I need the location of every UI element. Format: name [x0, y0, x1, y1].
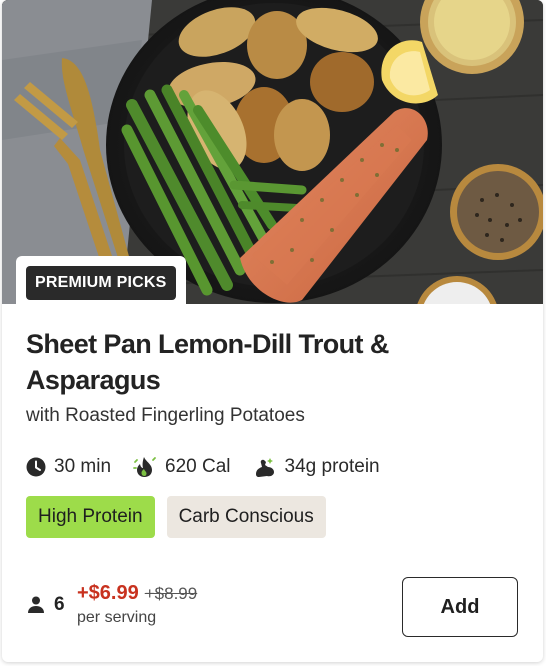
meal-subtitle: with Roasted Fingerling Potatoes [26, 405, 305, 426]
per-serving-label: per serving [77, 609, 157, 626]
original-price: +$8.99 [144, 584, 198, 603]
add-button[interactable]: Add [402, 577, 518, 637]
meal-tags: High Protein Carb Conscious [26, 496, 338, 538]
stat-calories-value: 620 Cal [165, 456, 231, 477]
clock-icon [26, 457, 46, 477]
muscle-icon [255, 458, 274, 477]
badge-container: PREMIUM PICKS [16, 256, 186, 304]
person-icon [28, 596, 44, 613]
current-price: +$6.99 [77, 582, 139, 604]
flame-icon [133, 457, 156, 477]
tag-carb-conscious: Carb Conscious [166, 496, 326, 538]
meal-card[interactable]: PREMIUM PICKS Sheet Pan Lemon-Dill Trout… [2, 0, 543, 662]
price-line: +$6.99 +$8.99 [77, 582, 197, 605]
meal-title[interactable]: Sheet Pan Lemon-Dill Trout & Asparagus [26, 326, 496, 398]
stat-time-value: 30 min [54, 456, 112, 477]
premium-badge: PREMIUM PICKS [26, 266, 176, 300]
stat-calories: 620 Cal [133, 456, 231, 478]
servings-count: 6 [54, 594, 65, 615]
nutrition-stats: 30 min 620 Cal 34g protein [26, 456, 402, 478]
stat-protein: 34g protein [253, 456, 380, 478]
tag-high-protein: High Protein [26, 496, 155, 538]
meal-photo: PREMIUM PICKS [2, 0, 543, 304]
price-box: +$6.99 +$8.99 per serving [77, 582, 197, 627]
stat-protein-value: 34g protein [284, 456, 380, 477]
servings: 6 [26, 594, 65, 616]
stat-time: 30 min [26, 456, 111, 478]
